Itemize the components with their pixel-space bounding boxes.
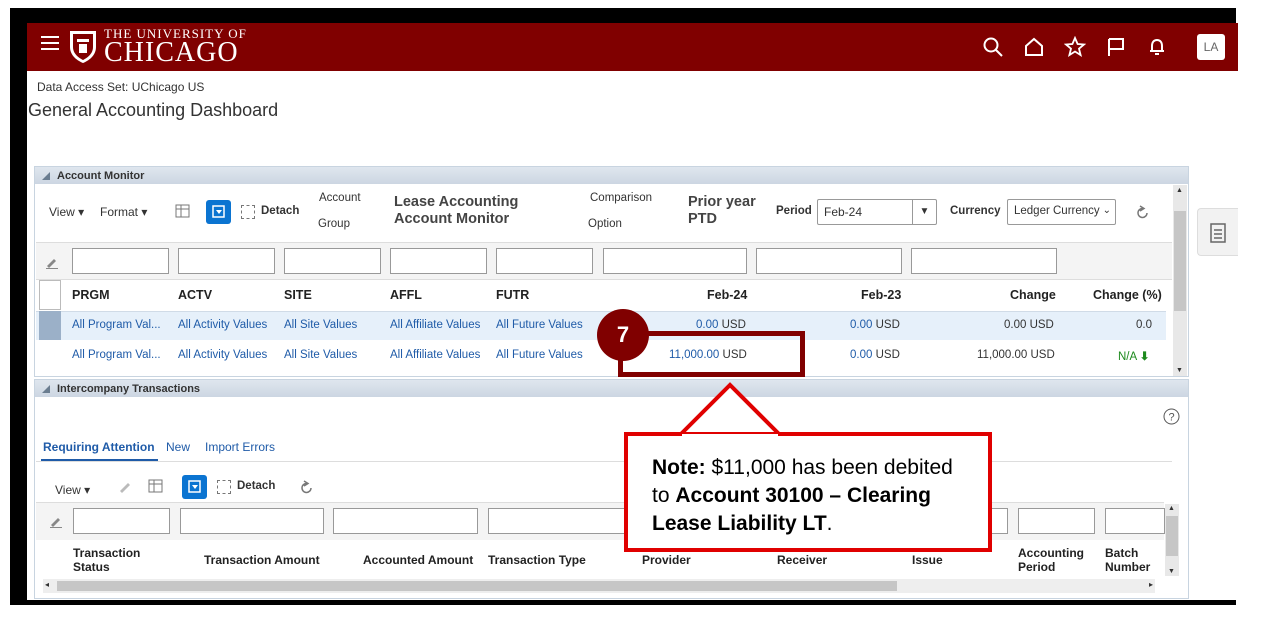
callout-pointer-join [682,434,778,439]
screenshot-frame: THE UNIVERSITY OF CHICAGO LA Data Access… [10,8,1238,605]
note-account: Account 30100 – Clearing Lease Liability… [652,484,931,535]
app-screen: THE UNIVERSITY OF CHICAGO LA Data Access… [27,23,1238,600]
note-label: Note: [652,456,706,479]
callout-note: Note: $11,000 has been debited to Accoun… [624,432,992,552]
